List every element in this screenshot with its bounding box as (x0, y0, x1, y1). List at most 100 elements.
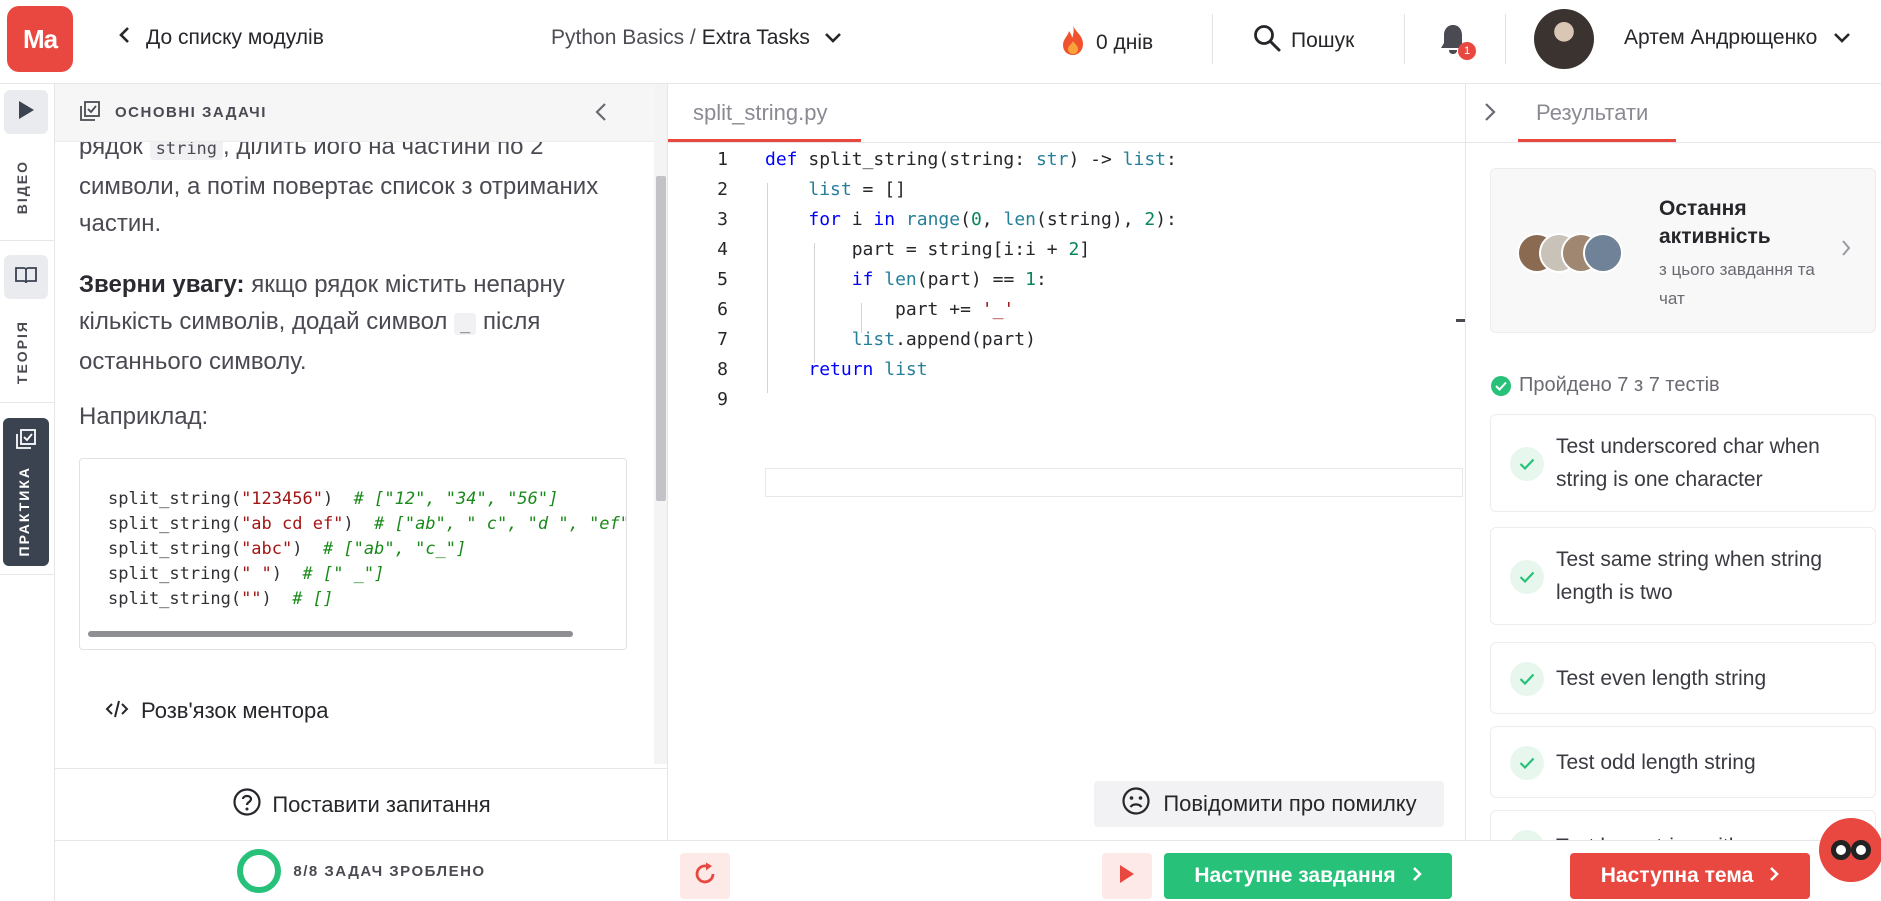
progress-ring (237, 849, 282, 893)
question-icon (232, 787, 262, 823)
task-panel-scrollbar[interactable] (654, 84, 667, 764)
tab-underline (668, 139, 861, 142)
rail-practice-label: ПРАКТИКА (16, 466, 32, 557)
chevron-down-icon (824, 26, 842, 50)
task-note: Зверни увагу: якщо рядок містить непарну… (79, 271, 565, 375)
tests-summary: Пройдено 7 з 7 тестів (1491, 374, 1720, 397)
rail-video-label[interactable]: ВІДЕО (14, 160, 30, 214)
test-item[interactable]: Test odd length string (1490, 726, 1876, 798)
line-numbers: 1 2 3 4 5 6 7 8 9 (668, 143, 728, 415)
example-code-line: split_string("abc") # ["ab", "c_"] (108, 539, 467, 559)
file-tab[interactable]: split_string.py (668, 84, 1465, 143)
search-icon (1253, 24, 1281, 58)
check-icon (1510, 560, 1544, 594)
avatar[interactable] (1534, 9, 1594, 69)
current-line-highlight (765, 468, 1463, 497)
report-bug-label: Повідомити про помилку (1163, 791, 1417, 816)
notifications-button[interactable]: 1 (1438, 22, 1476, 61)
reset-code-button[interactable] (680, 853, 730, 899)
next-task-button[interactable]: Наступне завдання (1164, 853, 1452, 899)
divider (1404, 14, 1405, 64)
chevron-down-icon (1833, 26, 1851, 50)
side-rail: ВІДЕО ТЕОРІЯ ПРАКТИКА (0, 84, 55, 901)
task-panel: ОСНОВНІ ЗАДАЧІ рядок string, ділить його… (55, 84, 668, 840)
check-icon (1510, 662, 1544, 696)
theory-button[interactable] (4, 255, 48, 299)
progress-label: 8/8 ЗАДАЧ ЗРОБЛЕНО (293, 862, 486, 880)
test-item[interactable]: Test long string with even (1490, 810, 1876, 840)
code-editor[interactable]: split_string.py 1 2 3 4 5 6 7 8 9 def split_stri… (668, 84, 1465, 840)
test-item[interactable]: Test same string when string length is t… (1490, 527, 1876, 625)
results-tab[interactable]: Результати (1466, 84, 1881, 143)
test-label: Test odd length string (1556, 751, 1756, 774)
avatar (1583, 233, 1623, 273)
rail-theory-label[interactable]: ТЕОРІЯ (14, 320, 30, 384)
code-content[interactable]: def split_string(string: str) -> list: l… (765, 145, 1177, 385)
note-label: Зверни увагу: (79, 271, 245, 298)
tab-underline (1518, 139, 1676, 142)
streak-counter[interactable]: 0 днів (1060, 24, 1153, 62)
play-icon (16, 99, 36, 126)
book-icon (14, 265, 38, 290)
user-menu[interactable]: Артем Андрющенко (1624, 26, 1851, 50)
task-description: рядок string, ділить його на частини по … (79, 133, 599, 237)
recent-activity-card[interactable]: Остання активність з цього завдання та ч… (1490, 168, 1876, 333)
results-panel: Результати Остання активність з цього за… (1465, 84, 1881, 840)
example-code-line: split_string("ab cd ef") # ["ab", " c", … (108, 514, 627, 534)
test-label: Test underscored char when string is one… (1556, 435, 1820, 491)
logo[interactable]: Ma (7, 6, 73, 72)
example-code-line: split_string(" ") # [" _"] (108, 564, 385, 584)
line-number: 9 (717, 389, 728, 410)
line-number: 3 (717, 209, 728, 230)
activity-avatars (1517, 233, 1637, 277)
video-play-button[interactable] (4, 90, 48, 134)
top-bar: Ma До списку модулів Python Basics / Ext… (0, 0, 1881, 84)
check-circle-icon (1491, 375, 1511, 396)
mentor-solution-label: Розв'язок ментора (141, 698, 329, 723)
back-to-modules-link[interactable]: До списку модулів (118, 26, 324, 50)
play-icon (1118, 863, 1136, 890)
chevron-right-icon (1841, 239, 1851, 262)
tasks-progress: 8/8 ЗАДАЧ ЗРОБЛЕНО (55, 840, 668, 901)
scrollbar-thumb[interactable] (656, 176, 666, 501)
example-code-block: split_string("123456") # ["12", "34", "5… (79, 458, 627, 650)
divider (1505, 14, 1506, 64)
next-topic-label: Наступна тема (1600, 864, 1754, 887)
back-label: До списку модулів (146, 26, 324, 49)
line-number: 8 (717, 359, 728, 380)
line-number: 7 (717, 329, 728, 350)
line-number: 1 (717, 149, 728, 170)
scroll-marker (1456, 319, 1465, 322)
breadcrumb-course: Python Basics / (551, 26, 696, 49)
collapse-panel-icon[interactable] (595, 102, 607, 126)
check-icon (1510, 447, 1544, 481)
search-button[interactable]: Пошук (1253, 24, 1354, 58)
mascot-eye (1831, 840, 1851, 860)
test-item[interactable]: Test underscored char when string is one… (1490, 414, 1876, 512)
mascot-chat-button[interactable] (1819, 818, 1881, 882)
tests-summary-label: Пройдено 7 з 7 тестів (1519, 374, 1720, 396)
line-number: 2 (717, 179, 728, 200)
ask-question-button[interactable]: Поставити запитання (55, 768, 668, 840)
line-number: 5 (717, 269, 728, 290)
flame-icon (1060, 24, 1086, 62)
line-number: 4 (717, 239, 728, 260)
task-panel-header: ОСНОВНІ ЗАДАЧІ (55, 84, 655, 142)
horizontal-scrollbar[interactable] (88, 631, 573, 637)
mentor-solution-button[interactable]: Розв'язок ментора (105, 698, 328, 724)
test-item[interactable]: Test even length string (1490, 642, 1876, 714)
divider (0, 402, 55, 403)
streak-label: 0 днів (1096, 31, 1154, 54)
run-code-button[interactable] (1102, 853, 1152, 899)
test-label: Test even length string (1556, 667, 1767, 690)
example-code: split_string("123456") # ["12", "34", "5… (108, 487, 627, 612)
next-topic-button[interactable]: Наступна тема (1570, 853, 1810, 899)
chevron-right-icon[interactable] (1484, 102, 1496, 127)
tasks-icon (79, 100, 101, 126)
practice-tab-active[interactable]: ПРАКТИКА (3, 418, 49, 566)
line-number: 6 (717, 299, 728, 320)
breadcrumb[interactable]: Python Basics / Extra Tasks (551, 26, 842, 50)
divider (0, 574, 55, 575)
report-bug-button[interactable]: Повідомити про помилку (1094, 781, 1444, 827)
divider (1212, 14, 1213, 64)
